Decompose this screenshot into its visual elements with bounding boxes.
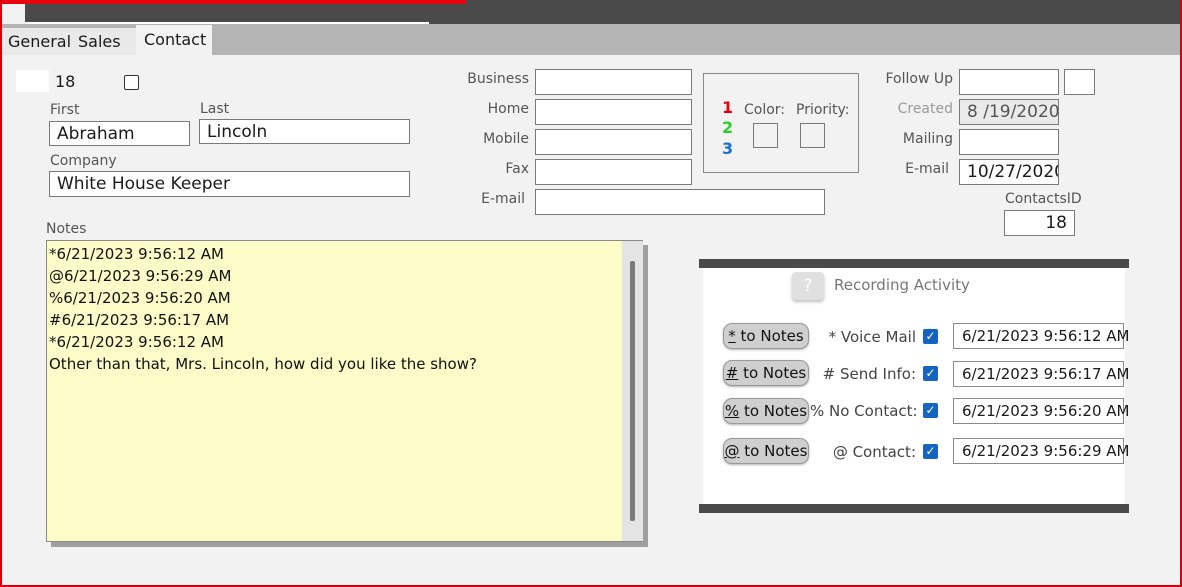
contact-label: @ Contact: xyxy=(832,443,916,461)
priority-number-3: 3 xyxy=(722,139,734,158)
voice-mail-checkbox[interactable]: ✓ xyxy=(923,329,938,344)
send-info-label: # Send Info: xyxy=(822,365,916,383)
mobile-field[interactable] xyxy=(535,129,692,155)
priority-number-1: 1 xyxy=(722,98,734,117)
record-checkbox[interactable] xyxy=(124,75,139,90)
first-name-field[interactable]: Abraham xyxy=(49,121,190,146)
email-label: E-mail xyxy=(481,191,525,207)
business-label: Business xyxy=(467,71,529,87)
notes-textarea[interactable]: *6/21/2023 9:56:12 AM @6/21/2023 9:56:29… xyxy=(46,240,643,542)
recording-panel-edge-left xyxy=(699,268,703,504)
email-date-field[interactable]: 10/27/2020 xyxy=(959,159,1059,185)
first-name-label: First xyxy=(50,102,80,118)
recording-activity-title: Recording Activity xyxy=(834,276,970,294)
mailing-label: Mailing xyxy=(902,131,953,147)
priority-number-2: 2 xyxy=(722,118,734,137)
no-contact-time-field[interactable]: 6/21/2023 9:56:20 AM xyxy=(953,398,1129,424)
fax-field[interactable] xyxy=(535,159,692,185)
color-label: Color: xyxy=(744,102,786,118)
company-field[interactable]: White House Keeper xyxy=(49,171,410,197)
contactsid-field: 18 xyxy=(1004,210,1075,236)
tab-general[interactable]: General xyxy=(2,28,72,55)
home-field[interactable] xyxy=(535,99,692,125)
followup-extra-field[interactable] xyxy=(1064,69,1095,95)
created-field: 8 /19/2020 xyxy=(959,99,1059,125)
voice-mail-to-notes-button[interactable]: * to Notes xyxy=(723,323,809,349)
no-contact-label: % No Contact: xyxy=(810,402,918,420)
no-contact-checkbox[interactable]: ✓ xyxy=(923,403,938,418)
voice-mail-time-field[interactable]: 6/21/2023 9:56:12 AM xyxy=(953,323,1129,349)
contact-checkbox[interactable]: ✓ xyxy=(923,444,938,459)
note-line: *6/21/2023 9:56:12 AM xyxy=(49,333,224,351)
mailing-field[interactable] xyxy=(959,129,1059,155)
contact-to-notes-button[interactable]: @ to Notes xyxy=(723,438,809,464)
tab-contact[interactable]: Contact xyxy=(136,25,212,56)
recording-panel-edge-right xyxy=(1125,268,1129,504)
note-line: Other than that, Mrs. Lincoln, how did y… xyxy=(49,355,477,373)
tab-sales[interactable]: Sales xyxy=(72,28,136,55)
fax-label: Fax xyxy=(505,161,529,177)
note-line: %6/21/2023 9:56:20 AM xyxy=(49,289,231,307)
note-line: #6/21/2023 9:56:17 AM xyxy=(49,311,230,329)
title-bar-corner xyxy=(0,4,25,24)
priority-label: Priority: xyxy=(796,102,850,118)
record-number-bg xyxy=(16,70,49,92)
followup-field[interactable] xyxy=(959,69,1059,95)
email-date-label: E-mail xyxy=(905,161,949,177)
help-icon[interactable]: ? xyxy=(792,272,824,300)
notes-label: Notes xyxy=(46,221,87,237)
voice-mail-label: * Voice Mail xyxy=(828,328,916,346)
note-line: *6/21/2023 9:56:12 AM xyxy=(49,245,224,263)
mobile-label: Mobile xyxy=(483,131,529,147)
send-info-to-notes-button[interactable]: # to Notes xyxy=(723,360,809,386)
email-field[interactable] xyxy=(535,189,825,215)
last-name-field[interactable]: Lincoln xyxy=(199,119,410,144)
send-info-time-field[interactable]: 6/21/2023 9:56:17 AM xyxy=(953,361,1129,387)
color-swatch[interactable] xyxy=(753,123,778,148)
send-info-checkbox[interactable]: ✓ xyxy=(923,366,938,381)
company-label: Company xyxy=(50,153,117,169)
contact-time-field[interactable]: 6/21/2023 9:56:29 AM xyxy=(953,438,1129,464)
note-line: @6/21/2023 9:56:29 AM xyxy=(49,267,232,285)
business-field[interactable] xyxy=(535,69,692,95)
followup-label: Follow Up xyxy=(885,71,954,87)
notes-scroll-thumb[interactable] xyxy=(630,261,635,521)
contactsid-label: ContactsID xyxy=(1005,191,1082,207)
no-contact-to-notes-button[interactable]: % to Notes xyxy=(723,398,809,424)
home-label: Home xyxy=(487,101,529,117)
priority-box[interactable] xyxy=(800,123,825,148)
created-label: Created xyxy=(897,101,953,117)
record-number: 18 xyxy=(55,72,76,91)
title-bar-accent xyxy=(0,0,466,4)
last-name-label: Last xyxy=(200,101,230,117)
